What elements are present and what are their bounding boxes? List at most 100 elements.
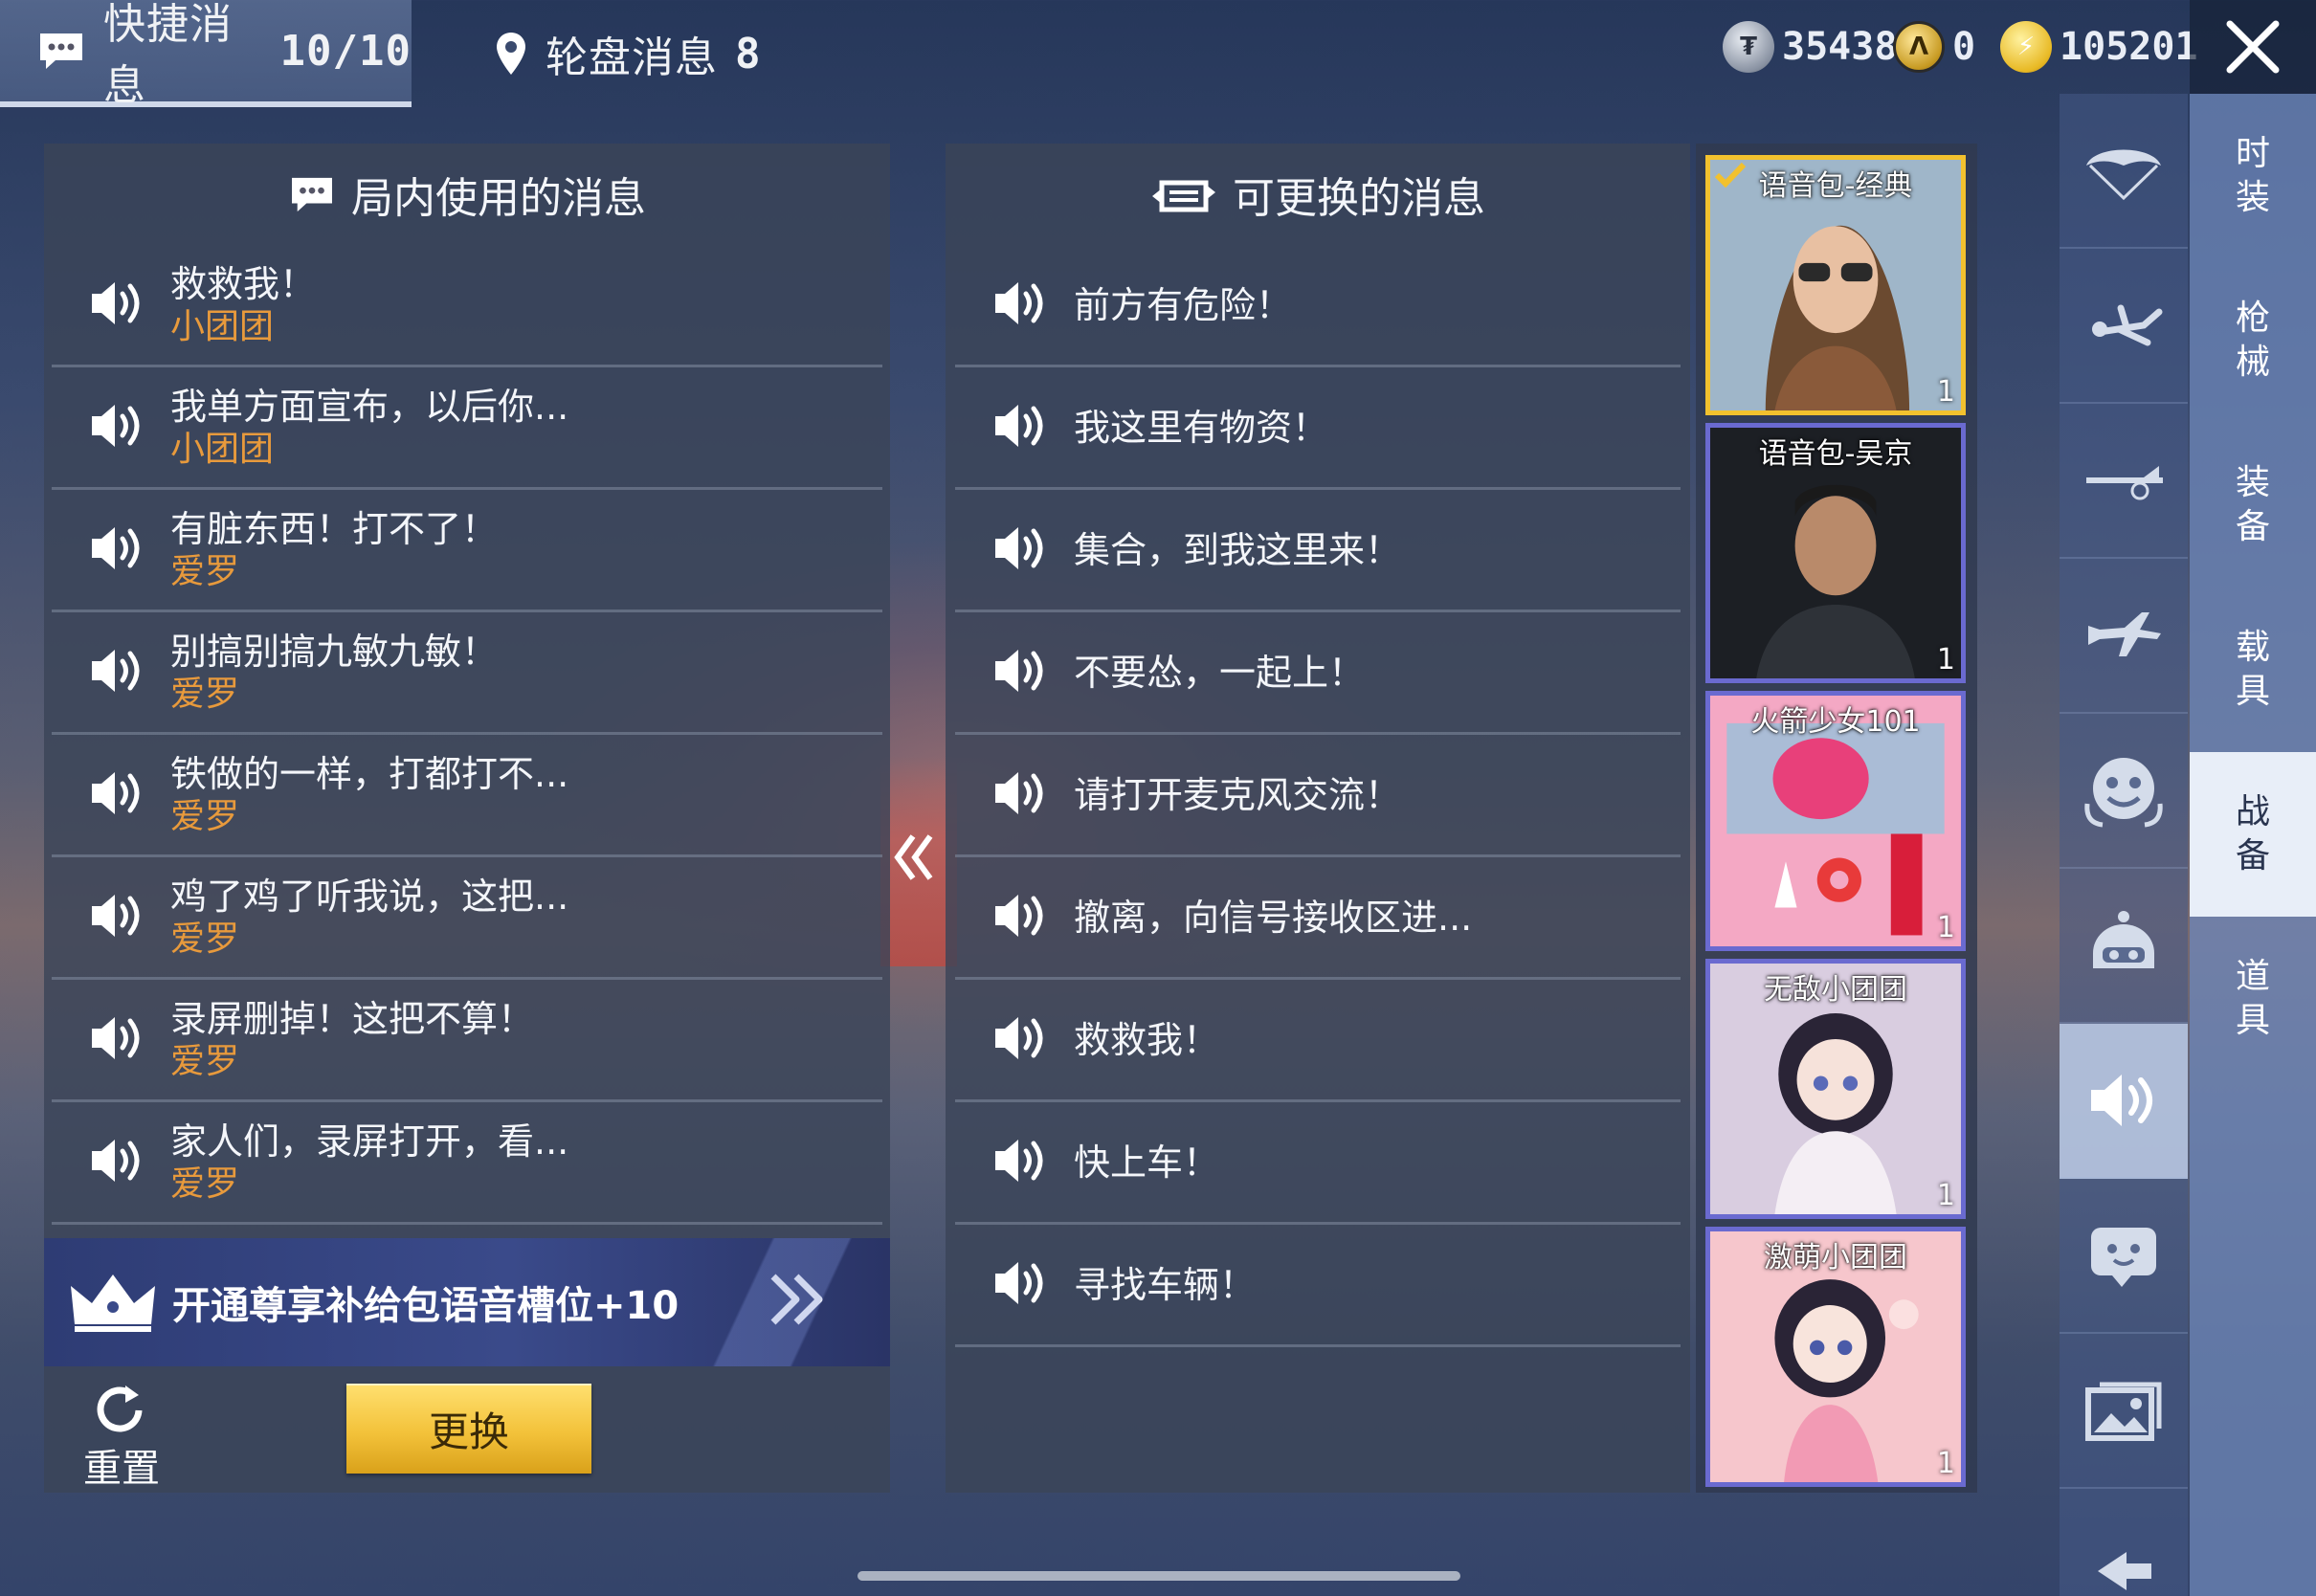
in-game-panel-header: 局内使用的消息: [44, 144, 890, 245]
category-firearms[interactable]: 枪械: [2190, 258, 2316, 423]
chat-face-icon: [2091, 1228, 2156, 1287]
category-label: 枪械: [2235, 299, 2270, 382]
voice-pack-name: 激萌小团团: [1764, 1241, 1907, 1275]
replaceable-message-item[interactable]: 寻找车辆！: [955, 1225, 1681, 1347]
rail-item-airplane[interactable]: [2060, 559, 2188, 714]
rail-item-gallery[interactable]: [2060, 1334, 2188, 1489]
replaceable-message-item[interactable]: 救救我！: [955, 980, 1681, 1102]
message-text: 别搞别搞九敏九敏！: [170, 630, 499, 673]
replaceable-message-item[interactable]: 前方有危险！: [955, 245, 1681, 367]
crown-icon: [67, 1269, 159, 1336]
in-game-message-item[interactable]: 有脏东西！打不了！ 爱罗: [52, 490, 882, 612]
category-fashion[interactable]: 时装: [2190, 94, 2316, 258]
message-text: 不要怂，一起上！: [1074, 651, 1366, 694]
category-equipment[interactable]: 装备: [2190, 423, 2316, 587]
message-text-block: 救救我！ 小团团: [170, 262, 316, 348]
speaker-icon[interactable]: [991, 1256, 1049, 1314]
replaceable-message-item[interactable]: 撤离，向信号接收区进...: [955, 857, 1681, 980]
message-pack-name: 爱罗: [170, 551, 240, 591]
speaker-icon[interactable]: [991, 889, 1049, 946]
rail-item-chat-face[interactable]: [2060, 1179, 2188, 1334]
in-game-message-item[interactable]: 录屏删掉！这把不算！ 爱罗: [52, 980, 882, 1102]
speaker-icon[interactable]: [88, 521, 145, 579]
selected-check-icon: [1714, 162, 1747, 188]
speaker-icon[interactable]: [88, 1134, 145, 1191]
replace-button[interactable]: 更换: [346, 1384, 591, 1474]
speaker-icon[interactable]: [88, 277, 145, 334]
tab-wheel-label: 轮盘消息: [546, 33, 718, 82]
voice-pack-wujing[interactable]: 语音包-吴京 1: [1705, 423, 1966, 683]
currency-bolt[interactable]: ⚡ 105201: [2000, 17, 2198, 77]
currency-gold[interactable]: Λ 0: [1893, 17, 1975, 77]
speaker-icon[interactable]: [991, 277, 1049, 334]
speaker-icon[interactable]: [88, 766, 145, 824]
tab-wheel-messages[interactable]: 轮盘消息 8: [479, 0, 823, 107]
bolt-coin-icon: ⚡: [2000, 21, 2052, 73]
rail-item-collapse[interactable]: [2060, 1489, 2188, 1596]
rail-item-parachute[interactable]: [2060, 94, 2188, 249]
tab-quick-messages[interactable]: 快捷消息 10/10: [0, 0, 412, 110]
close-icon: [2226, 20, 2280, 74]
speaker-icon[interactable]: [991, 644, 1049, 701]
speaker-icon[interactable]: [991, 399, 1049, 456]
in-game-message-item[interactable]: 鸡了鸡了听我说，这把... 爱罗: [52, 857, 882, 980]
rail-item-helmet[interactable]: [2060, 869, 2188, 1024]
speaker-icon[interactable]: [991, 766, 1049, 824]
category-vehicles[interactable]: 载具: [2190, 587, 2316, 752]
rail-item-skydiver[interactable]: [2060, 249, 2188, 404]
reset-button[interactable]: 重置: [69, 1382, 174, 1493]
double-chevron-left-icon[interactable]: [892, 831, 936, 884]
close-button[interactable]: [2190, 0, 2316, 94]
category-label: 道具: [2235, 957, 2270, 1040]
voice-pack-cute-xtt[interactable]: 激萌小团团 1: [1705, 1227, 1966, 1487]
category-label: 载具: [2235, 628, 2270, 711]
in-game-message-item[interactable]: 我单方面宣布，以后你... 小团团: [52, 367, 882, 490]
message-text-block: 铁做的一样，打都打不... 爱罗: [170, 752, 568, 838]
message-pack-name: 爱罗: [170, 1041, 240, 1081]
gallery-icon: [2085, 1382, 2162, 1441]
category-rail: 时装 枪械 装备 载具 战备 道具: [2190, 94, 2316, 1596]
currency-silver[interactable]: ₮ 35438: [1723, 17, 1897, 77]
in-game-message-item[interactable]: 救救我！ 小团团: [52, 245, 882, 367]
helmet-icon: [2093, 911, 2154, 968]
speaker-icon[interactable]: [991, 521, 1049, 579]
speaker-icon[interactable]: [88, 889, 145, 946]
message-text-block: 家人们，录屏打开，看... 爱罗: [170, 1119, 568, 1206]
speaker-icon[interactable]: [991, 1011, 1049, 1069]
replaceable-message-item[interactable]: 快上车！: [955, 1102, 1681, 1225]
category-label: 装备: [2235, 463, 2270, 546]
in-game-message-item[interactable]: 铁做的一样，打都打不... 爱罗: [52, 735, 882, 857]
premium-promo-banner[interactable]: 开通尊享补给包语音槽位+10: [44, 1238, 890, 1366]
currency-silver-value: 35438: [1782, 25, 1898, 69]
message-text: 家人们，录屏打开，看...: [170, 1119, 569, 1163]
speaker-icon[interactable]: [88, 399, 145, 456]
rail-item-airplane-trail[interactable]: [2060, 404, 2188, 559]
voice-pack-count: 1: [1936, 1447, 1955, 1480]
speaker-icon[interactable]: [88, 1011, 145, 1069]
replaceable-message-list: 前方有危险！ 我这里有物资！ 集合，到我这里来！ 不要怂，一起上！ 请打开麦克风…: [946, 245, 1690, 1347]
category-combat-gear[interactable]: 战备: [2190, 752, 2316, 917]
in-game-message-item[interactable]: 别搞别搞九敏九敏！ 爱罗: [52, 612, 882, 735]
voice-pack-classic[interactable]: 语音包-经典 1: [1705, 155, 1966, 415]
speaker-icon[interactable]: [88, 644, 145, 701]
rail-item-voice[interactable]: [2060, 1024, 2188, 1179]
replaceable-message-item[interactable]: 我这里有物资！: [955, 367, 1681, 490]
rail-item-emote[interactable]: [2060, 714, 2188, 869]
replaceable-message-item[interactable]: 不要怂，一起上！: [955, 612, 1681, 735]
currency-bolt-value: 105201: [2060, 25, 2198, 69]
left-bottom-bar: 重置 更换: [44, 1366, 890, 1493]
category-label: 时装: [2235, 134, 2270, 217]
voice-pack-invincible-xtt[interactable]: 无敌小团团 1: [1705, 959, 1966, 1219]
tab-quick-count: 10/10: [279, 26, 412, 76]
home-indicator[interactable]: [857, 1571, 1460, 1581]
replaceable-message-item[interactable]: 请打开麦克风交流！: [955, 735, 1681, 857]
top-bar: 快捷消息 10/10 轮盘消息 8 ₮ 35438 Λ 0 ⚡ 105201: [0, 0, 2316, 110]
chat-bubble-icon: [36, 30, 86, 72]
replaceable-messages-panel: 可更换的消息 前方有危险！ 我这里有物资！ 集合，到我这里来！ 不要怂，一起上！…: [946, 144, 1690, 1493]
voice-pack-rocket-girls[interactable]: 火箭少女101 1: [1705, 691, 1966, 951]
speaker-icon[interactable]: [991, 1134, 1049, 1191]
replaceable-message-item[interactable]: 集合，到我这里来！: [955, 490, 1681, 612]
category-items[interactable]: 道具: [2190, 917, 2316, 1081]
in-game-message-item[interactable]: 家人们，录屏打开，看... 爱罗: [52, 1102, 882, 1225]
collapse-icon: [2098, 1552, 2151, 1590]
